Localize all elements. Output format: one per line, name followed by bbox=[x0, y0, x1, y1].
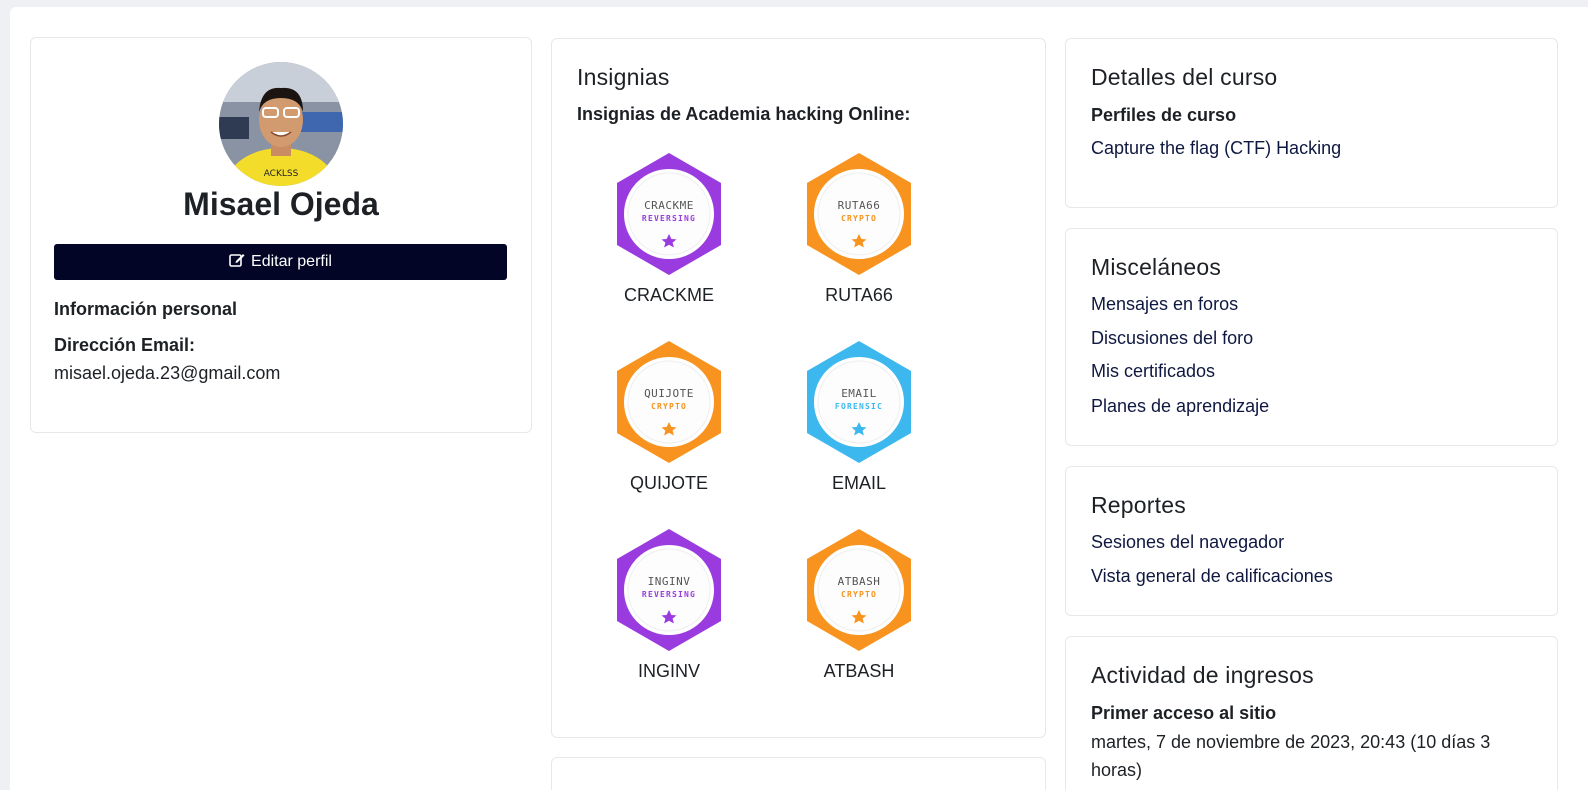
badge-logo-text: CRACKME bbox=[644, 199, 694, 212]
forum-discussions-link[interactable]: Discusiones del foro bbox=[1091, 328, 1253, 349]
badge-atbash[interactable]: ATBASH CRYPTO ATBASH bbox=[779, 527, 939, 682]
badge-category-text: CRYPTO bbox=[651, 402, 687, 411]
course-link[interactable]: Capture the flag (CTF) Hacking bbox=[1091, 138, 1341, 159]
badge-image: ATBASH CRYPTO bbox=[779, 527, 939, 653]
badge-category-text: CRYPTO bbox=[841, 214, 877, 223]
badge-name: EMAIL bbox=[831, 473, 887, 493]
edit-profile-button[interactable]: Editar perfil bbox=[54, 244, 507, 280]
badge-logo-text: ATBASH bbox=[838, 575, 881, 588]
reports-card: Reportes Sesiones del navegador Vista ge… bbox=[1065, 466, 1558, 616]
email-value: misael.ojeda.23@gmail.com bbox=[54, 363, 281, 383]
badge-ruta66[interactable]: RUTA66 CRYPTO RUTA66 bbox=[779, 151, 939, 306]
badge-logo-text: EMAIL bbox=[841, 387, 877, 400]
certificates-link[interactable]: Mis certificados bbox=[1091, 361, 1215, 382]
misc-card: Misceláneos Mensajes en foros Discusione… bbox=[1065, 228, 1558, 446]
badge-crackme[interactable]: CRACKME REVERSING CRACKME bbox=[589, 151, 749, 306]
user-name: Misael Ojeda bbox=[183, 186, 379, 222]
badge-logo-text: RUTA66 bbox=[838, 199, 881, 212]
svg-text:ACKLSS: ACKLSS bbox=[264, 169, 299, 179]
badge-name: QUIJOTE bbox=[629, 473, 708, 493]
badge-image: INGINV REVERSING bbox=[589, 527, 749, 653]
email-label: Dirección Email: bbox=[54, 335, 196, 355]
browser-sessions-link[interactable]: Sesiones del navegador bbox=[1091, 532, 1284, 553]
badge-image: QUIJOTE CRYPTO bbox=[589, 339, 749, 465]
edit-icon bbox=[229, 252, 245, 273]
badge-category-text: REVERSING bbox=[642, 214, 696, 223]
badge-category-text: FORENSIC bbox=[835, 402, 883, 411]
badge-name: ATBASH bbox=[823, 661, 895, 681]
badge-logo-text: INGINV bbox=[648, 575, 691, 588]
course-profiles-label: Perfiles de curso bbox=[1091, 105, 1237, 125]
edit-profile-label: Editar perfil bbox=[251, 253, 332, 270]
badge-email[interactable]: EMAIL FORENSIC EMAIL bbox=[779, 339, 939, 494]
badges-card: Insignias Insignias de Academia hacking … bbox=[551, 38, 1046, 738]
login-activity-card: Actividad de ingresos Primer acceso al s… bbox=[1065, 636, 1558, 790]
badge-name: CRACKME bbox=[623, 285, 714, 305]
reports-title: Reportes bbox=[1091, 492, 1186, 518]
next-card bbox=[551, 757, 1046, 790]
badge-category-text: REVERSING bbox=[642, 590, 696, 599]
learning-plans-link[interactable]: Planes de aprendizaje bbox=[1091, 396, 1269, 417]
profile-card: ACKLSS Misael Ojeda Editar perfil Inform… bbox=[30, 37, 532, 433]
first-access-value: martes, 7 de noviembre de 2023, 20:43 (1… bbox=[1091, 732, 1491, 780]
badge-quijote[interactable]: QUIJOTE CRYPTO QUIJOTE bbox=[589, 339, 749, 494]
course-details-title: Detalles del curso bbox=[1091, 64, 1278, 90]
badges-title: Insignias bbox=[577, 64, 670, 90]
avatar: ACKLSS bbox=[219, 62, 343, 186]
badge-name: INGINV bbox=[637, 661, 700, 681]
misc-title: Misceláneos bbox=[1091, 254, 1222, 280]
badge-image: EMAIL FORENSIC bbox=[779, 339, 939, 465]
course-details-card: Detalles del curso Perfiles de curso Cap… bbox=[1065, 38, 1558, 208]
login-activity-title: Actividad de ingresos bbox=[1091, 662, 1314, 688]
grades-overview-link[interactable]: Vista general de calificaciones bbox=[1091, 566, 1333, 587]
badges-subtitle: Insignias de Academia hacking Online: bbox=[577, 104, 911, 124]
badge-category-text: CRYPTO bbox=[841, 590, 877, 599]
badge-logo-text: QUIJOTE bbox=[644, 387, 694, 400]
badge-image: RUTA66 CRYPTO bbox=[779, 151, 939, 277]
first-access-label: Primer acceso al sitio bbox=[1091, 703, 1277, 723]
badge-name: RUTA66 bbox=[825, 285, 893, 305]
personal-info-heading: Información personal bbox=[54, 299, 238, 319]
forum-posts-link[interactable]: Mensajes en foros bbox=[1091, 294, 1238, 315]
badge-inginv[interactable]: INGINV REVERSING INGINV bbox=[589, 527, 749, 682]
badge-image: CRACKME REVERSING bbox=[589, 151, 749, 277]
